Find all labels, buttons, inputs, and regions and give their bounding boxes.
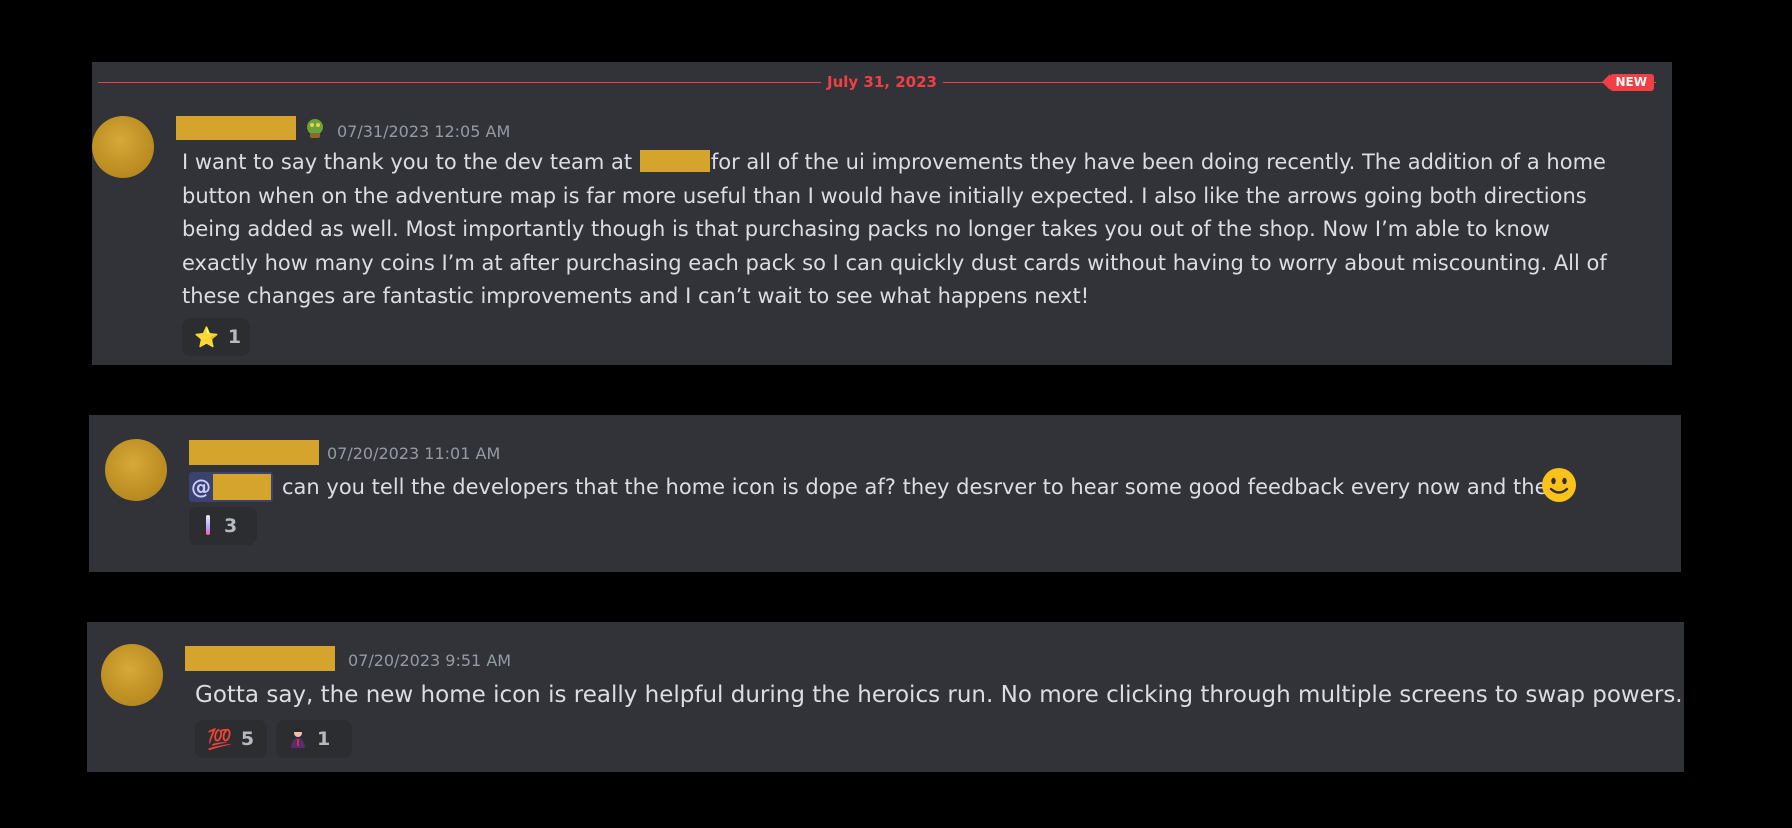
reaction-count: 5	[240, 728, 255, 750]
reaction-count: 1	[227, 326, 242, 348]
user-mention[interactable]: @	[189, 472, 273, 502]
username-redacted[interactable]	[176, 116, 296, 140]
reaction-count: 1	[317, 728, 331, 750]
username-redacted[interactable]	[189, 440, 319, 465]
message-card: July 31, 2023 NEW 07/31/2023 12:05 AM I …	[92, 62, 1672, 365]
message-content: I want to say thank you to the dev team …	[182, 150, 1607, 308]
message-timestamp[interactable]: 07/31/2023 12:05 AM	[337, 122, 510, 142]
username-redacted[interactable]	[185, 646, 335, 671]
hundred-points-icon: 💯	[207, 727, 232, 751]
date-divider-label: July 31, 2023	[821, 73, 943, 91]
message-card: 07/20/2023 11:01 AM @ can you tell the d…	[89, 415, 1681, 572]
reaction-custom[interactable]: 3	[189, 507, 257, 545]
reaction-100[interactable]: 💯 5	[195, 720, 267, 758]
role-badge-icon	[304, 117, 326, 139]
custom-emoji-icon	[288, 727, 308, 752]
custom-emoji-icon	[201, 514, 215, 539]
avatar[interactable]	[105, 439, 167, 501]
message-content: can you tell the developers that the hom…	[282, 475, 1570, 499]
message-timestamp[interactable]: 07/20/2023 11:01 AM	[327, 444, 500, 464]
star-icon: ⭐	[194, 325, 219, 349]
message-timestamp[interactable]: 07/20/2023 9:51 AM	[348, 651, 511, 671]
reaction-count: 3	[224, 515, 238, 537]
reaction-custom[interactable]: 1	[276, 720, 352, 758]
reaction-star[interactable]: ⭐ 1	[182, 318, 250, 356]
message-content: Gotta say, the new home icon is really h…	[195, 682, 1683, 708]
mention-redacted	[213, 474, 271, 500]
message-card: 07/20/2023 9:51 AM Gotta say, the new ho…	[87, 622, 1684, 772]
redacted-text	[639, 150, 710, 172]
avatar[interactable]	[101, 644, 163, 706]
slight-smile-icon	[1541, 467, 1577, 503]
avatar[interactable]	[92, 116, 154, 178]
new-messages-badge[interactable]: NEW	[1601, 74, 1654, 91]
